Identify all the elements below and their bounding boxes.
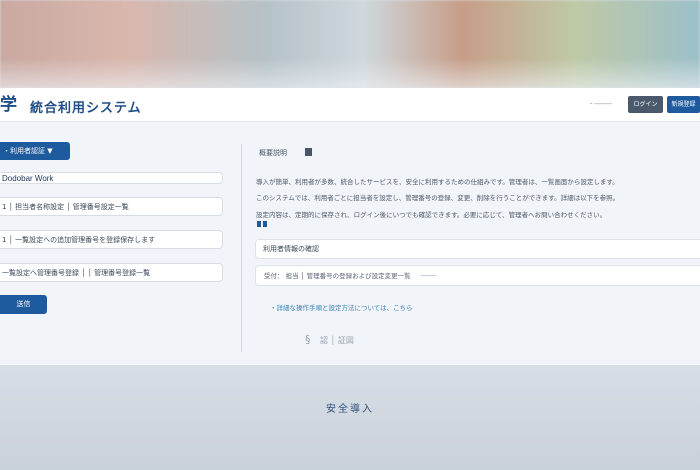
login-form: ・利用者認証 ▼ Dodobar Work 1 │ 担当者名称設定 │ 管理番号… [0,122,230,365]
seal-icon: § [305,333,311,346]
body-text-3: 設定内容は、定期的に保存され、ログイン後にいつでも確認できます。必要に応じて、管… [256,211,607,219]
footer: 安全導入 [0,365,700,470]
field-user[interactable]: 1 │ 担当者名称設定 │ 管理番号設定一覧 [0,197,223,216]
body-text-1: 導入が簡単、利用者が多数、統合したサービスを、安全に利用するための仕組みです。管… [256,178,619,186]
info-card-detail-text: 受付： 担当 │ 管理番号の登録および設定変更一覧 [264,272,411,280]
body-text-2: このシステムでは、利用者ごとに担当者を設定し、管理番号の登録、変更、削除を行うこ… [256,194,620,202]
header-link[interactable]: ・───── [588,99,612,108]
field-workspace[interactable]: Dodobar Work [0,172,223,184]
info-column: 概要説明 導入が簡単、利用者が多数、統合したサービスを、安全に利用するための仕組… [250,122,700,365]
help-link-text: ・詳細な操作手順と設定方法については、こちら [270,304,413,312]
register-button[interactable]: 新規登録 [667,96,700,113]
site-title[interactable]: 統合利用システム [30,97,142,116]
submit-button[interactable]: 送信 [0,295,47,314]
login-button[interactable]: ログイン [628,96,663,113]
field-register[interactable]: 1 │ 一覧設定への追加管理番号を登録保存します [0,230,223,249]
square-icon [305,148,312,156]
field-list[interactable]: 一覧設定へ管理番号登録 │ │ 管理番号登録一覧 [0,263,223,282]
bars-icon [257,221,267,227]
seal-text: 認 │ 証図 [320,336,354,345]
help-link[interactable]: ・詳細な操作手順と設定方法については、こちら [270,302,413,312]
info-card-title[interactable]: 利用者情報の確認 [255,239,700,259]
column-divider [241,144,242,352]
section-title: 概要説明 [259,149,287,157]
main-panel: ・利用者認証 ▼ Dodobar Work 1 │ 担当者名称設定 │ 管理番号… [0,122,700,365]
footer-text: 安全導入 [326,404,374,415]
hero-banner [0,0,700,88]
info-card-detail[interactable]: 受付： 担当 │ 管理番号の登録および設定変更一覧 ──── [255,265,700,286]
auth-select[interactable]: ・利用者認証 ▼ [0,142,70,160]
logo-icon[interactable]: 学 [0,95,28,115]
info-card-detail-tail: ──── [420,272,437,280]
